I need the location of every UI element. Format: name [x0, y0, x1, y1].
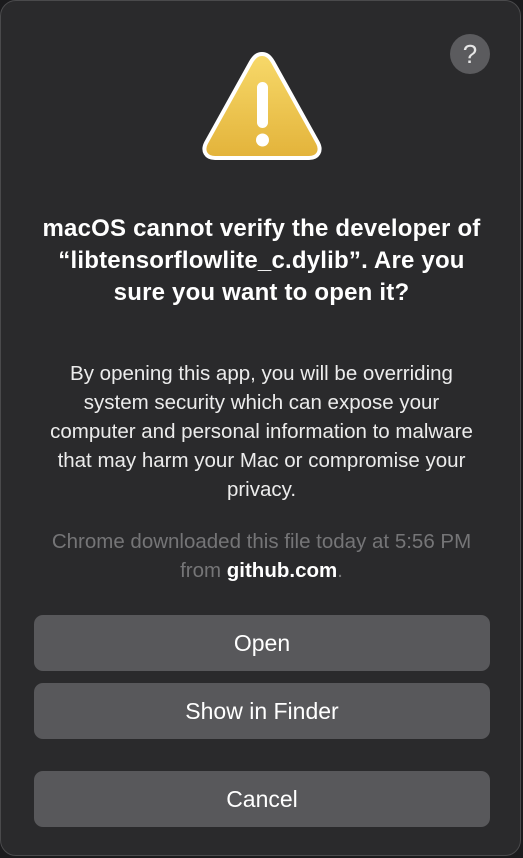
download-source-suffix: .	[337, 559, 343, 582]
cancel-button[interactable]: Cancel	[34, 771, 490, 827]
security-dialog: ? macOS cannot verify the developer of “…	[0, 0, 521, 856]
download-source: Chrome downloaded this file today at 5:5…	[45, 527, 478, 585]
dialog-title: macOS cannot verify the developer of “li…	[42, 215, 481, 306]
help-button[interactable]: ?	[450, 34, 490, 74]
open-button[interactable]: Open	[34, 615, 490, 671]
show-in-finder-button[interactable]: Show in Finder	[34, 683, 490, 739]
download-source-host: github.com	[226, 559, 338, 582]
dialog-message: By opening this app, you will be overrid…	[50, 362, 473, 501]
warning-triangle-icon	[202, 52, 322, 160]
